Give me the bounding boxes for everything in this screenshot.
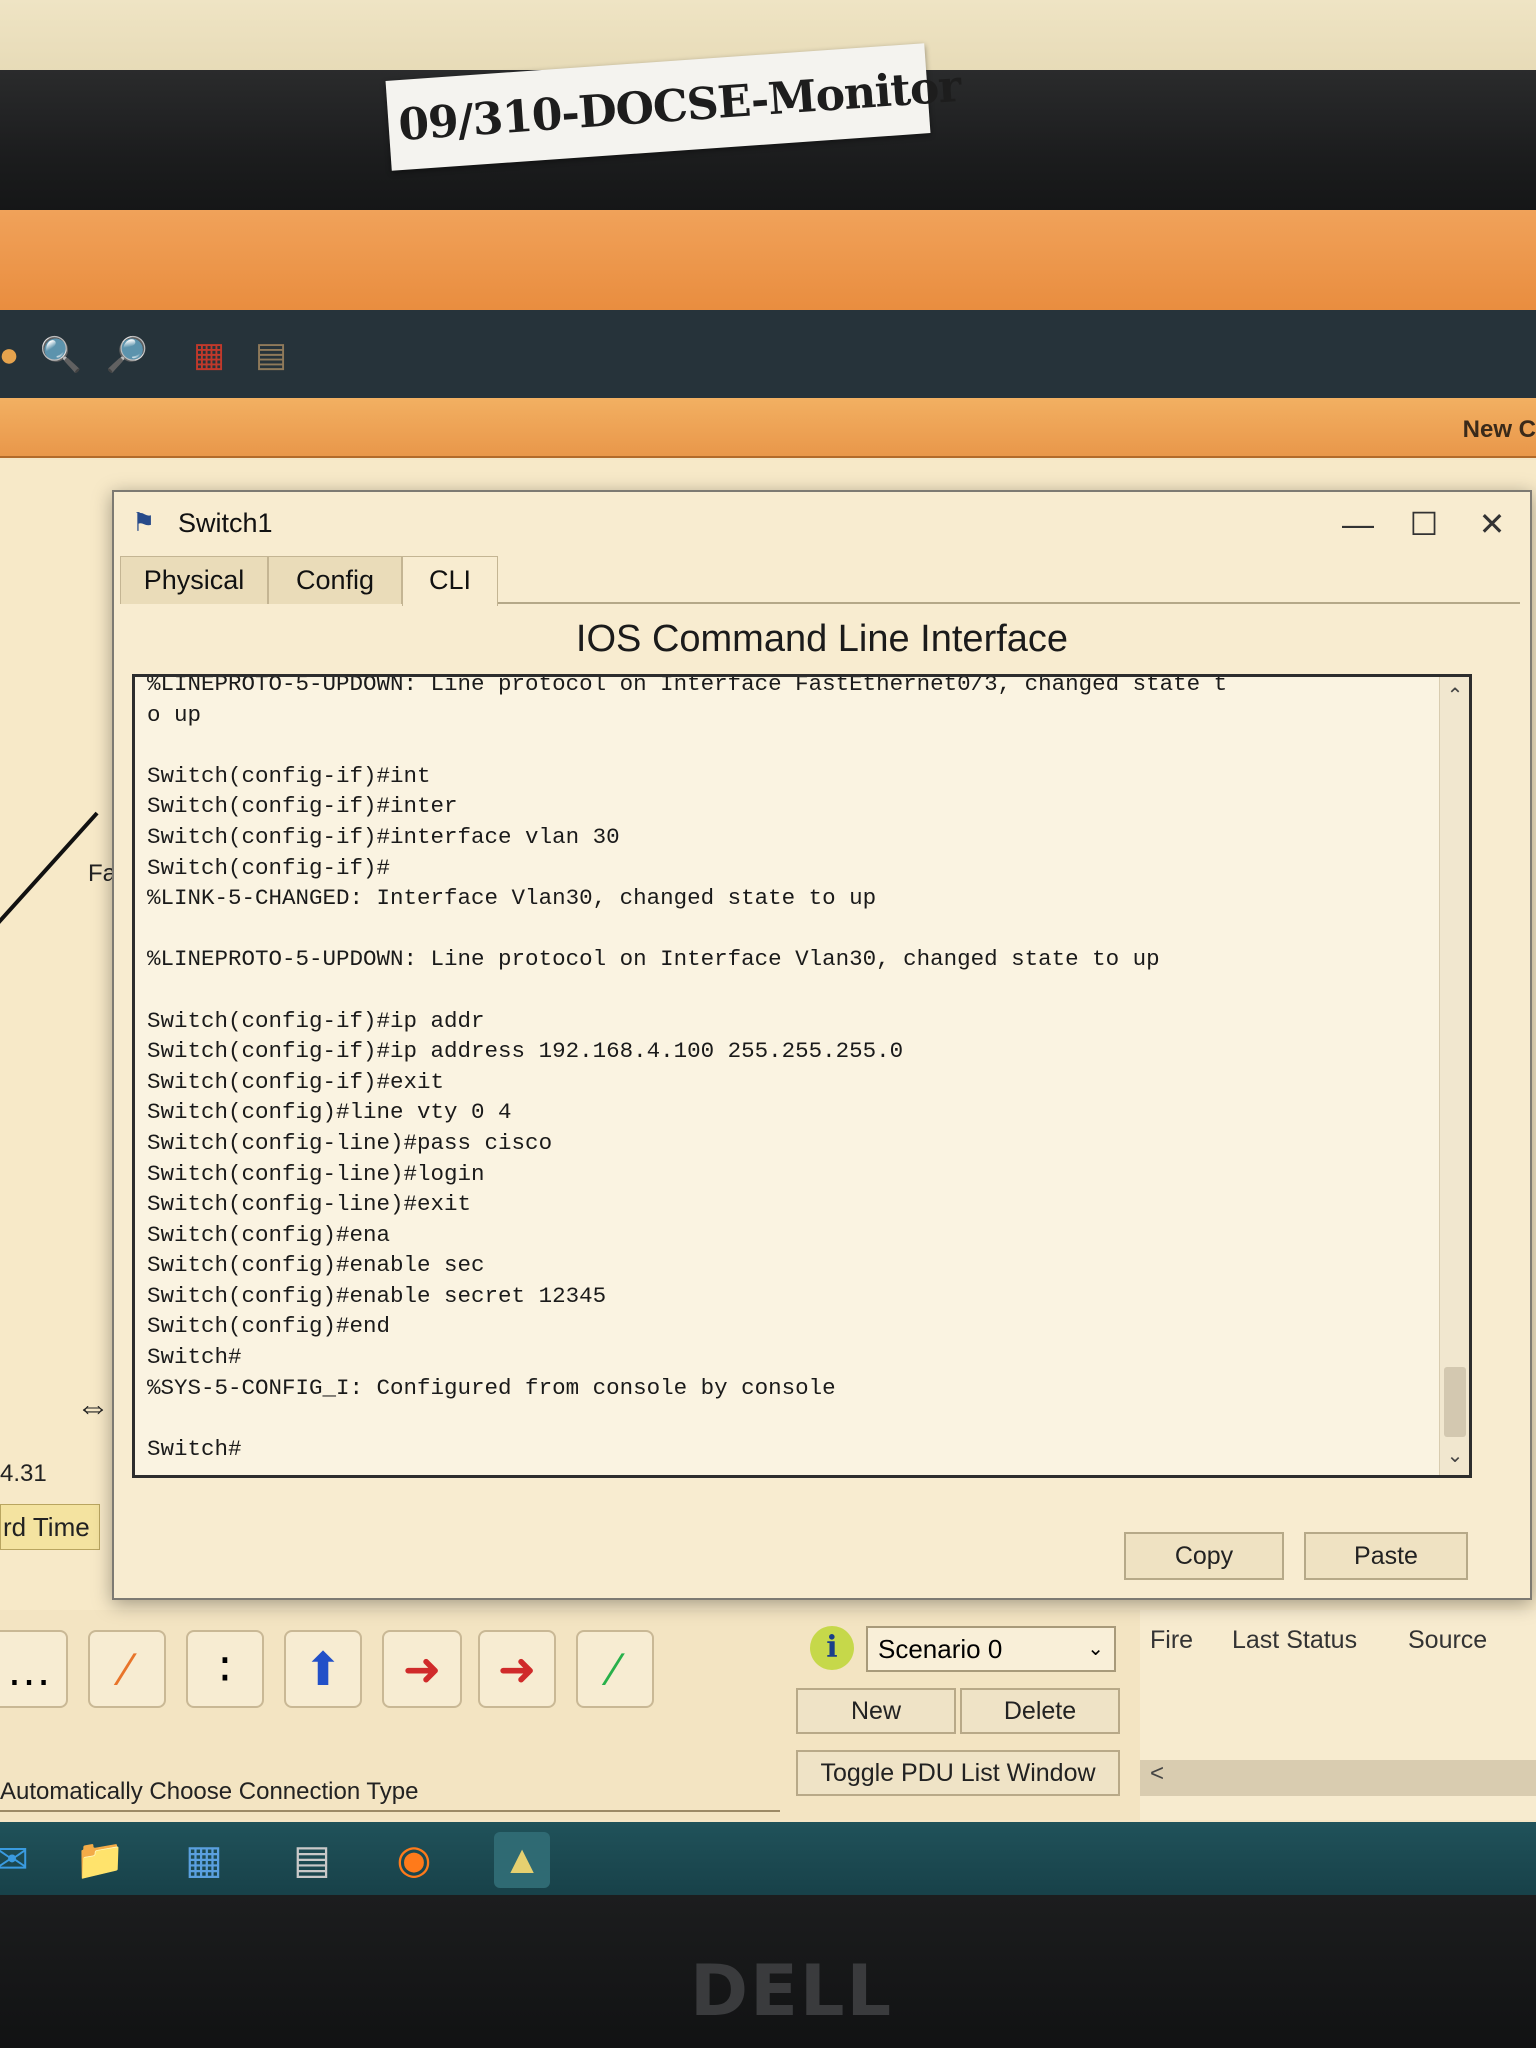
monitor-screen: ● 🔍 🔎 ▦ ▤ New C Fa 4.31 rd Time … ∕ ∶ ⬆ … (0, 210, 1536, 1900)
terminal-line: %LINEPROTO-5-UPDOWN: Line protocol on In… (147, 674, 1228, 697)
app-title-bar (0, 210, 1536, 310)
terminal-line: Switch(config-if)# (147, 854, 391, 881)
terminal-line: Switch(config-if)#ip addr (147, 1007, 485, 1034)
connection-type-label: Automatically Choose Connection Type (0, 1778, 780, 1812)
console-cable-icon[interactable]: ∕ (88, 1630, 166, 1708)
terminal-line: Switch# (147, 1344, 242, 1371)
chevron-left-icon[interactable]: < (1150, 1760, 1164, 1787)
store-icon[interactable]: ▦ (176, 1832, 232, 1888)
scroll-up-icon[interactable]: ⌃ (1440, 681, 1469, 711)
dialog-title-bar[interactable]: ⚑ Switch1 — ☐ ✕ (114, 492, 1530, 556)
terminal-line: Switch(config-line)#login (147, 1160, 485, 1187)
tab-physical[interactable]: Physical (120, 556, 268, 604)
serial-dce-icon[interactable]: ➜ (382, 1630, 462, 1708)
cli-terminal[interactable]: %LINEPROTO-5-UPDOWN: Line protocol on In… (132, 674, 1472, 1478)
switch1-dialog: ⚑ Switch1 — ☐ ✕ Physical Config CLI IOS … (112, 490, 1532, 1600)
firefox-icon[interactable]: ◉ (386, 1832, 442, 1888)
dialog-title: Switch1 (178, 508, 273, 538)
terminal-line: %SYS-5-CONFIG_I: Configured from console… (147, 1374, 836, 1401)
monitor-brand-logo: DELL (690, 1950, 894, 2032)
terminal-output: %LINEPROTO-5-UPDOWN: Line protocol on In… (147, 674, 1437, 1464)
column-header-fire[interactable]: Fire (1150, 1626, 1193, 1655)
terminal-line: %LINK-5-CHANGED: Interface Vlan30, chang… (147, 885, 877, 912)
terminal-line: Switch(config)#enable sec (147, 1252, 485, 1279)
mail-icon[interactable]: ✉ (0, 1832, 40, 1888)
terminal-line: %LINEPROTO-5-UPDOWN: Line protocol on In… (147, 946, 1160, 973)
calculator-icon[interactable]: ▤ (284, 1832, 340, 1888)
serial-dte-icon[interactable]: ➜ (478, 1630, 556, 1708)
scrollbar-thumb[interactable] (1444, 1367, 1466, 1437)
ip-address-label: 4.31 (0, 1460, 47, 1487)
terminal-line: Switch(config-line)#pass cisco (147, 1129, 553, 1156)
dialog-tabs: Physical Config CLI (120, 556, 1520, 606)
column-header-last-status[interactable]: Last Status (1232, 1626, 1357, 1655)
scenario-value: Scenario 0 (878, 1634, 1003, 1664)
packet-tracer-icon[interactable]: ▲ (494, 1832, 550, 1888)
toggle-pdu-list-button[interactable]: Toggle PDU List Window (796, 1750, 1120, 1796)
paste-button[interactable]: Paste (1304, 1532, 1468, 1580)
vertical-scrollbar[interactable]: ⌃ ⌄ (1439, 677, 1469, 1475)
new-cluster-button[interactable]: New C (1463, 416, 1536, 444)
terminal-line: Switch(config-if)#ip address 192.168.4.1… (147, 1038, 904, 1065)
cli-heading: IOS Command Line Interface (575, 618, 1069, 660)
terminal-line: Switch(config)#ena (147, 1221, 391, 1248)
maximize-icon[interactable]: ☐ (1394, 500, 1454, 548)
file-explorer-icon[interactable]: 📁 (72, 1832, 128, 1888)
terminal-line: Switch(config)#line vty 0 4 (147, 1099, 512, 1126)
copy-button[interactable]: Copy (1124, 1532, 1284, 1580)
resize-cursor-icon: ⇔ (76, 1388, 110, 1426)
terminal-line: Switch(config-line)#exit (147, 1191, 472, 1218)
main-toolbar: ● 🔍 🔎 ▦ ▤ (0, 310, 1536, 398)
new-scenario-button[interactable]: New (796, 1688, 956, 1734)
straight-through-cable-icon[interactable]: ∶ (186, 1630, 264, 1708)
palette-icon[interactable]: ▦ (186, 332, 232, 378)
logical-workspace-bar: New C (0, 398, 1536, 458)
terminal-line: Switch(config-if)#interface vlan 30 (147, 823, 620, 850)
zoom-in-icon[interactable]: ● (0, 332, 32, 378)
terminal-line: Switch(config-if)#inter (147, 793, 458, 820)
windows-taskbar: ✉ 📁 ▦ ▤ ◉ ▲ (0, 1822, 1536, 1900)
delete-scenario-button[interactable]: Delete (960, 1688, 1120, 1734)
zoom-in-icon[interactable]: 🔍 (38, 332, 84, 378)
column-header-source[interactable]: Source (1408, 1626, 1487, 1655)
horizontal-scrollbar[interactable]: < (1140, 1760, 1536, 1796)
fiber-cable-icon[interactable]: ∕ (576, 1630, 654, 1708)
auto-connection-icon[interactable]: … (0, 1630, 68, 1708)
realtime-mode-tab[interactable]: rd Time (0, 1504, 100, 1550)
tab-config[interactable]: Config (268, 556, 402, 604)
network-cable[interactable] (0, 811, 99, 934)
pdu-list-table: Fire Last Status Source < (1140, 1610, 1536, 1820)
chevron-down-icon: ⌄ (1087, 1638, 1104, 1660)
tab-cli[interactable]: CLI (402, 556, 498, 606)
terminal-line: o up (147, 701, 202, 728)
minimize-icon[interactable]: — (1328, 500, 1388, 548)
scroll-down-icon[interactable]: ⌄ (1440, 1441, 1469, 1471)
zoom-out-icon[interactable]: 🔎 (104, 332, 150, 378)
terminal-line: Switch(config)#enable secret 12345 (147, 1282, 607, 1309)
crossover-cable-icon[interactable]: ⬆ (284, 1630, 362, 1708)
terminal-line: Switch(config-if)#exit (147, 1068, 445, 1095)
close-icon[interactable]: ✕ (1462, 500, 1522, 548)
scenario-panel: i Scenario 0 ⌄ New Delete Toggle PDU Lis… (780, 1610, 1140, 1820)
info-icon[interactable]: i (810, 1626, 854, 1670)
bottom-panel: … ∕ ∶ ⬆ ➜ ➜ ∕ Automatically Choose Conne… (0, 1610, 1536, 1820)
terminal-line: Switch# (147, 1435, 242, 1462)
terminal-line: Switch(config-if)#int (147, 762, 431, 789)
terminal-line: Switch(config)#end (147, 1313, 391, 1340)
switch-device-icon: ⚑ (132, 507, 156, 537)
scenario-select[interactable]: Scenario 0 ⌄ (866, 1626, 1116, 1672)
custom-device-icon[interactable]: ▤ (248, 332, 294, 378)
